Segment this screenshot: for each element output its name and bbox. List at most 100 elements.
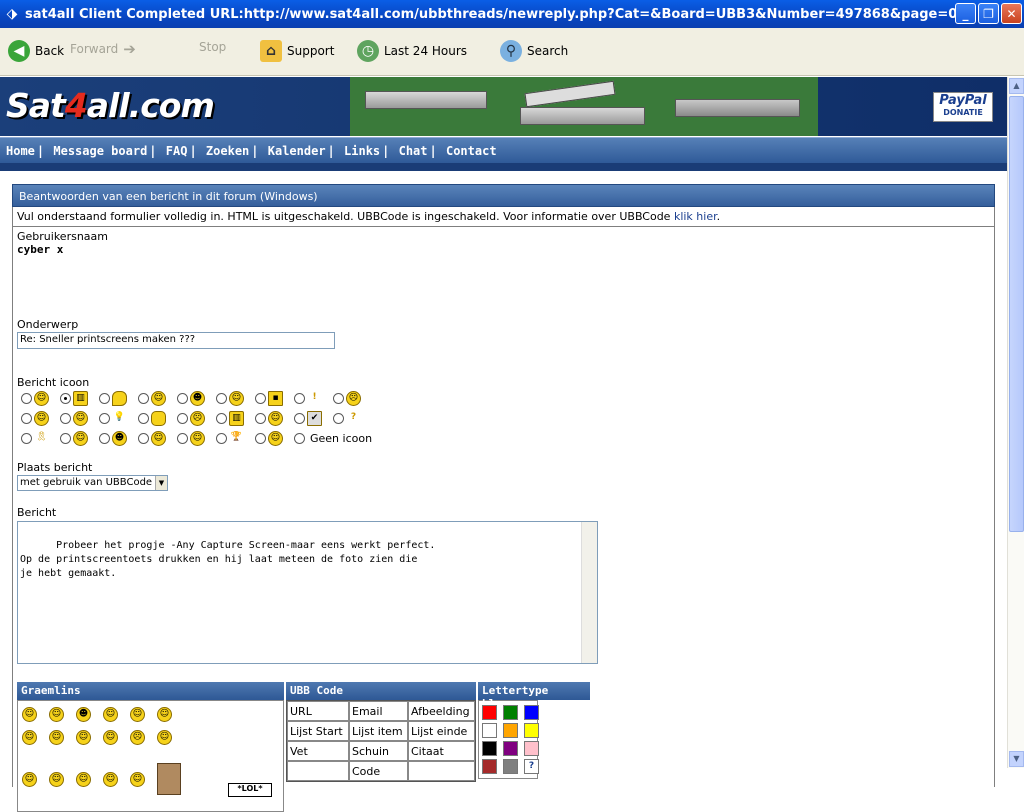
icon-radio[interactable] [216, 413, 227, 424]
nav-links[interactable]: Links [344, 144, 380, 158]
support-button[interactable]: ⌂ Support [260, 40, 334, 62]
color-swatch[interactable] [503, 723, 518, 738]
site-logo[interactable]: Sat4all.com [6, 86, 215, 125]
icon-radio[interactable] [177, 393, 188, 404]
maximize-button[interactable]: ❐ [978, 3, 999, 24]
color-swatch[interactable] [482, 723, 497, 738]
nav-zoeken[interactable]: Zoeken [206, 144, 249, 158]
scroll-down-icon[interactable]: ▼ [1009, 751, 1024, 767]
ubb-email-button[interactable]: Email [349, 701, 408, 721]
graemlin-confused-icon[interactable]: ☹ [130, 730, 145, 745]
color-swatch[interactable] [503, 759, 518, 774]
icon-radio[interactable] [177, 413, 188, 424]
graemlin-smiley-icon[interactable]: ☺ [22, 771, 37, 787]
color-swatch[interactable] [482, 759, 497, 774]
page-scrollbar[interactable]: ▲ ▼ [1007, 77, 1024, 768]
receiver-image [675, 99, 800, 117]
graemlin-smiley-icon[interactable]: ☺ [49, 707, 64, 722]
color-swatch[interactable] [524, 741, 539, 756]
graemlin-smiley-icon[interactable]: ☺ [49, 730, 64, 745]
ubb-quote-button[interactable]: Citaat [408, 741, 475, 761]
graemlin-smiley-icon[interactable]: ☺ [49, 771, 64, 787]
subject-input[interactable]: Re: Sneller printscreens maken ??? [17, 332, 335, 349]
icon-radio[interactable] [21, 433, 32, 444]
nav-kalender[interactable]: Kalender [268, 144, 326, 158]
minimize-button[interactable]: _ [955, 3, 976, 24]
last24-button[interactable]: ◷ Last 24 Hours [357, 40, 467, 62]
ubb-italic-button[interactable]: Schuin [349, 741, 408, 761]
back-button[interactable]: ◀ Back [8, 40, 64, 62]
icon-radio[interactable] [294, 413, 305, 424]
icon-radio[interactable] [60, 433, 71, 444]
scroll-up-icon[interactable]: ▲ [1009, 78, 1024, 94]
stop-button[interactable]: Stop [199, 40, 226, 54]
color-help-button[interactable]: ? [524, 759, 539, 774]
nav-chat[interactable]: Chat [399, 144, 428, 158]
graemlin-smiley-icon[interactable]: ☺ [130, 771, 145, 787]
nav-faq[interactable]: FAQ [166, 144, 188, 158]
icon-radio[interactable] [255, 393, 266, 404]
graemlin-smiley-icon[interactable]: ☺ [130, 707, 145, 722]
icon-radio[interactable] [333, 413, 344, 424]
site-banner: Sat4all.com PayPal DONATIE [0, 77, 1007, 136]
icon-radio[interactable] [99, 413, 110, 424]
ubb-list-end-button[interactable]: Lijst einde [408, 721, 475, 741]
icon-row-3: 🎗 ☺ ☻ ☺ ☺ 🏆 ☺ Geen icoon [21, 431, 372, 446]
icon-radio[interactable] [138, 433, 149, 444]
graemlin-thumbsup-icon[interactable]: ☺ [76, 771, 91, 787]
icon-radio[interactable] [216, 433, 227, 444]
lightbulb-icon: 💡 [113, 412, 126, 422]
icon-radio[interactable] [177, 433, 188, 444]
banner-advert[interactable] [350, 77, 818, 136]
no-icon-radio[interactable] [294, 433, 305, 444]
graemlin-smiley-icon[interactable]: ☺ [157, 707, 172, 722]
icon-radio[interactable] [294, 393, 305, 404]
nav-home[interactable]: Home [6, 144, 35, 158]
ubb-image-button[interactable]: Afbeelding [408, 701, 475, 721]
graemlin-smiley-icon[interactable]: ☺ [103, 707, 118, 722]
icon-radio[interactable] [255, 413, 266, 424]
graemlin-smiley-icon[interactable]: ☺ [103, 730, 118, 745]
textarea-scrollbar[interactable] [581, 522, 597, 663]
graemlin-smiley-icon[interactable]: ☺ [76, 730, 91, 745]
icon-radio[interactable] [138, 393, 149, 404]
message-textarea[interactable]: Probeer het progje -Any Capture Screen-m… [17, 521, 598, 664]
ubb-list-item-button[interactable]: Lijst item [349, 721, 408, 741]
ubb-code-button[interactable]: Code [349, 761, 408, 781]
graemlin-lol-sign[interactable]: *LOL* [228, 783, 272, 797]
nav-contact[interactable]: Contact [446, 144, 497, 158]
ubb-bold-button[interactable]: Vet [287, 741, 349, 761]
color-swatch[interactable] [524, 723, 539, 738]
close-button[interactable]: ✕ [1001, 3, 1022, 24]
color-swatch[interactable] [482, 741, 497, 756]
icon-radio[interactable] [138, 413, 149, 424]
ubb-url-button[interactable]: URL [287, 701, 349, 721]
scroll-thumb[interactable] [1009, 96, 1024, 532]
icon-radio[interactable] [255, 433, 266, 444]
paypal-donate-button[interactable]: PayPal DONATIE [933, 92, 993, 122]
color-swatch[interactable] [482, 705, 497, 720]
search-button[interactable]: ⚲ Search [500, 40, 568, 62]
icon-radio[interactable] [99, 433, 110, 444]
icon-radio[interactable] [21, 413, 32, 424]
chevron-down-icon[interactable]: ▼ [155, 476, 167, 490]
ubbcode-help-link[interactable]: klik hier [674, 210, 717, 223]
forward-button[interactable]: Forward ➔ [70, 40, 136, 58]
graemlin-smiley-icon[interactable]: ☺ [22, 730, 37, 745]
icon-radio[interactable] [21, 393, 32, 404]
icon-radio[interactable] [216, 393, 227, 404]
icon-radio[interactable] [60, 413, 71, 424]
color-swatch[interactable] [503, 705, 518, 720]
icon-radio-selected[interactable] [60, 393, 71, 404]
post-mode-select[interactable]: met gebruik van UBBCode ▼ [17, 475, 168, 491]
ubb-list-start-button[interactable]: Lijst Start [287, 721, 349, 741]
graemlin-smiley-icon[interactable]: ☺ [22, 707, 37, 722]
graemlin-smiley-icon[interactable]: ☺ [103, 771, 118, 787]
graemlin-cool-icon[interactable]: ☻ [76, 707, 91, 722]
color-swatch[interactable] [524, 705, 539, 720]
icon-radio[interactable] [99, 393, 110, 404]
nav-message-board[interactable]: Message board [53, 144, 147, 158]
color-swatch[interactable] [503, 741, 518, 756]
graemlin-grin-icon[interactable]: ☺ [157, 730, 172, 745]
icon-radio[interactable] [333, 393, 344, 404]
